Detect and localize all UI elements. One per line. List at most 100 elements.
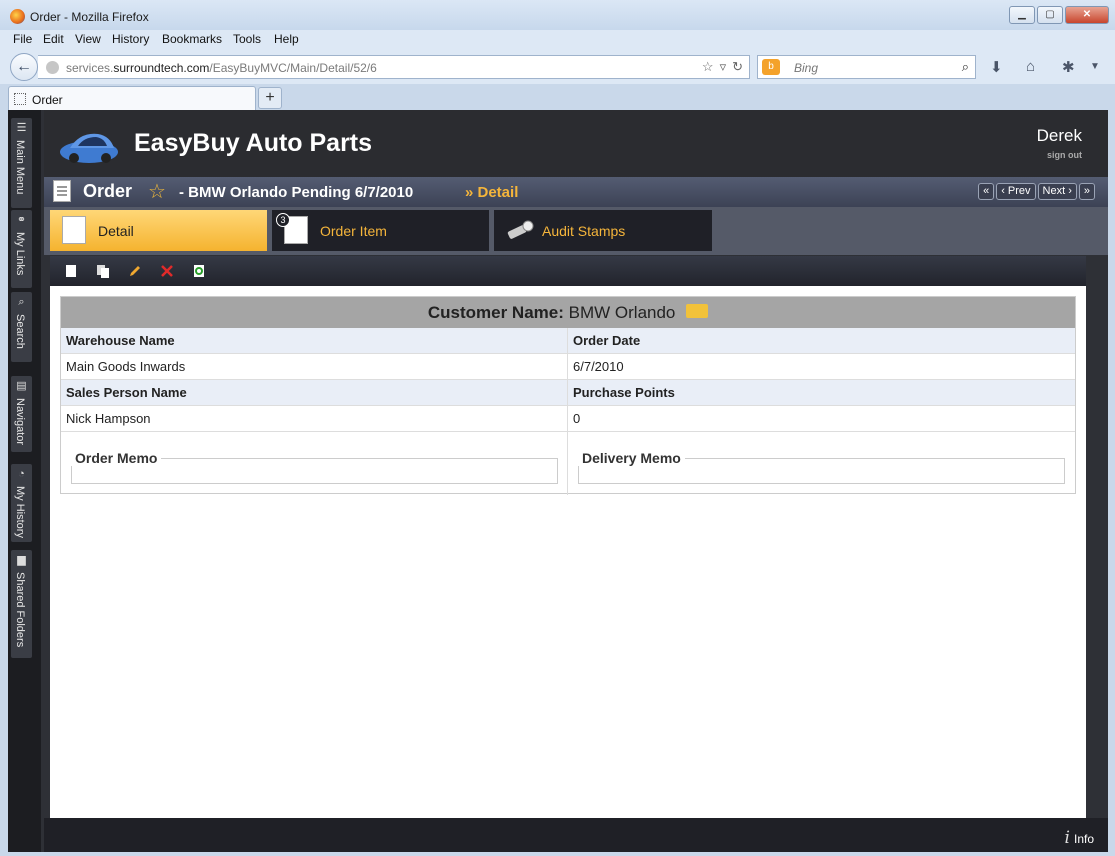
document-icon <box>53 180 71 202</box>
menu-help[interactable]: Help <box>274 32 299 46</box>
sidebar-item-label: My Links <box>14 232 26 276</box>
refresh-icon[interactable] <box>192 264 206 278</box>
sidebar-item-label: Search <box>14 314 26 349</box>
copy-record-icon[interactable] <box>96 264 110 278</box>
page-title: Order <box>83 181 133 201</box>
tab-row: Detail 3 Order Item Audit Stamps <box>44 207 1108 255</box>
sidebar-item-navigator[interactable]: ▤ Navigator <box>11 376 32 452</box>
home-icon[interactable]: ⌂ <box>1026 58 1035 75</box>
bing-icon[interactable]: b <box>762 59 780 75</box>
addon-icon[interactable]: ✱ <box>1062 58 1075 76</box>
search-box[interactable]: b Bing ⌕ <box>757 55 976 79</box>
menu-icon: ☰ <box>16 122 27 134</box>
tab-audit-stamps[interactable]: Audit Stamps <box>494 210 712 251</box>
order-memo-section: Order Memo <box>61 432 568 495</box>
customer-label: Customer Name: <box>427 303 564 322</box>
browser-tab[interactable]: Order <box>8 86 256 110</box>
back-button[interactable]: ← <box>10 53 38 81</box>
globe-icon <box>46 61 59 74</box>
menu-bookmarks[interactable]: Bookmarks <box>162 32 222 46</box>
menu-edit[interactable]: Edit <box>43 32 64 46</box>
car-logo-icon <box>60 133 118 163</box>
flashlight-icon <box>507 220 534 239</box>
sidebar-item-label: Shared Folders <box>14 572 26 648</box>
order-title-bar: Order ☆ - BMW Orlando Pending 6/7/2010 »… <box>44 177 1108 207</box>
first-record-button[interactable]: « <box>978 183 995 200</box>
browser-tab-label: Order <box>32 93 63 107</box>
order-memo-legend: Order Memo <box>71 450 162 466</box>
sales-person-value: Nick Hampson <box>61 406 568 432</box>
sidebar-item-search[interactable]: ⌕ Search <box>11 292 32 362</box>
sign-out-link[interactable]: sign out <box>1047 150 1082 160</box>
warehouse-value: Main Goods Inwards <box>61 354 568 380</box>
sidebar-item-label: Navigator <box>14 398 26 446</box>
delivery-memo-legend: Delivery Memo <box>578 450 685 466</box>
window-title: Order - Mozilla Firefox <box>30 10 149 24</box>
record-toolbar <box>50 256 1086 286</box>
app-frame: ☰ Main Menu ⚭ My Links ⌕ Search ▤ Naviga… <box>8 110 1108 852</box>
app-title: EasyBuy Auto Parts <box>134 129 373 157</box>
menu-history[interactable]: History <box>112 32 149 46</box>
edit-pencil-icon[interactable] <box>128 264 142 278</box>
purchase-points-label: Purchase Points <box>568 380 1075 406</box>
main-area: EasyBuy Auto Parts Derek sign out Order … <box>44 110 1108 852</box>
history-dropdown-icon[interactable]: ▿ <box>720 59 727 75</box>
history-icon: ◔ <box>18 468 25 480</box>
link-icon: ⚭ <box>16 214 27 226</box>
sidebar-item-label: My History <box>14 486 26 538</box>
menu-dropdown-icon[interactable]: ▼ <box>1090 61 1100 72</box>
record-pager: « ‹ Prev Next › » <box>978 183 1095 200</box>
sidebar-item-shared-folders[interactable]: ▆ Shared Folders <box>11 550 32 658</box>
sidebar-item-main-menu[interactable]: ☰ Main Menu <box>11 118 32 208</box>
navigator-icon: ▤ <box>16 380 27 392</box>
window-titlebar: Order - Mozilla Firefox ▁ ▢ ✕ <box>0 0 1115 30</box>
customer-header: Customer Name: BMW Orlando <box>61 297 1075 328</box>
menu-view[interactable]: View <box>75 32 101 46</box>
favicon-icon <box>14 93 26 105</box>
minimize-button[interactable]: ▁ <box>1009 6 1035 24</box>
prev-record-button[interactable]: ‹ Prev <box>996 183 1036 200</box>
bookmark-star-icon[interactable]: ☆ <box>702 59 714 75</box>
warehouse-label: Warehouse Name <box>61 328 568 354</box>
app-header: EasyBuy Auto Parts Derek sign out <box>44 110 1108 177</box>
breadcrumb: » Detail <box>465 184 519 201</box>
download-icon[interactable]: ⬇ <box>990 58 1003 76</box>
close-button[interactable]: ✕ <box>1065 6 1109 24</box>
navigation-toolbar: ← services.surroundtech.com/EasyBuyMVC/M… <box>0 50 1115 84</box>
url-bar[interactable]: services.surroundtech.com/EasyBuyMVC/Mai… <box>38 55 750 79</box>
browser-tab-bar: Order + <box>0 84 1115 110</box>
window-controls: ▁ ▢ ✕ <box>1009 6 1109 24</box>
folder-icon: ▆ <box>17 554 26 566</box>
search-placeholder: Bing <box>794 61 819 75</box>
sidebar: ☰ Main Menu ⚭ My Links ⌕ Search ▤ Naviga… <box>8 110 41 852</box>
menu-tools[interactable]: Tools <box>233 32 261 46</box>
tab-order-item[interactable]: 3 Order Item <box>272 210 489 251</box>
info-icon: i <box>1064 828 1070 848</box>
reload-icon[interactable]: ↻ <box>732 59 743 75</box>
tab-order-item-label: Order Item <box>320 223 387 239</box>
search-icon[interactable]: ⌕ <box>962 59 969 75</box>
tab-detail-label: Detail <box>98 223 134 239</box>
next-record-button[interactable]: Next › <box>1037 183 1077 200</box>
sales-person-label: Sales Person Name <box>61 380 568 406</box>
tab-detail[interactable]: Detail <box>50 210 267 251</box>
purchase-points-value: 0 <box>568 406 1075 432</box>
favorite-star-icon[interactable]: ☆ <box>148 179 166 204</box>
maximize-button[interactable]: ▢ <box>1037 6 1063 24</box>
open-folder-icon[interactable] <box>686 303 709 318</box>
info-button[interactable]: i Info <box>1065 828 1094 848</box>
delete-icon[interactable] <box>160 264 174 278</box>
count-badge: 3 <box>276 213 290 227</box>
sidebar-item-my-history[interactable]: ◔ My History <box>11 464 32 542</box>
new-record-icon[interactable] <box>64 264 78 278</box>
order-date-label: Order Date <box>568 328 1075 354</box>
menu-file[interactable]: File <box>13 32 32 46</box>
sidebar-item-my-links[interactable]: ⚭ My Links <box>11 210 32 288</box>
status-bar: i Info <box>44 818 1108 852</box>
detail-content: Customer Name: BMW Orlando Warehouse Nam… <box>50 286 1086 818</box>
order-subtitle: - BMW Orlando Pending 6/7/2010 <box>179 184 414 201</box>
new-tab-button[interactable]: + <box>258 87 282 109</box>
menu-bar: File Edit View History Bookmarks Tools H… <box>0 30 1115 50</box>
delivery-memo-section: Delivery Memo <box>568 432 1075 495</box>
last-record-button[interactable]: » <box>1078 183 1095 200</box>
